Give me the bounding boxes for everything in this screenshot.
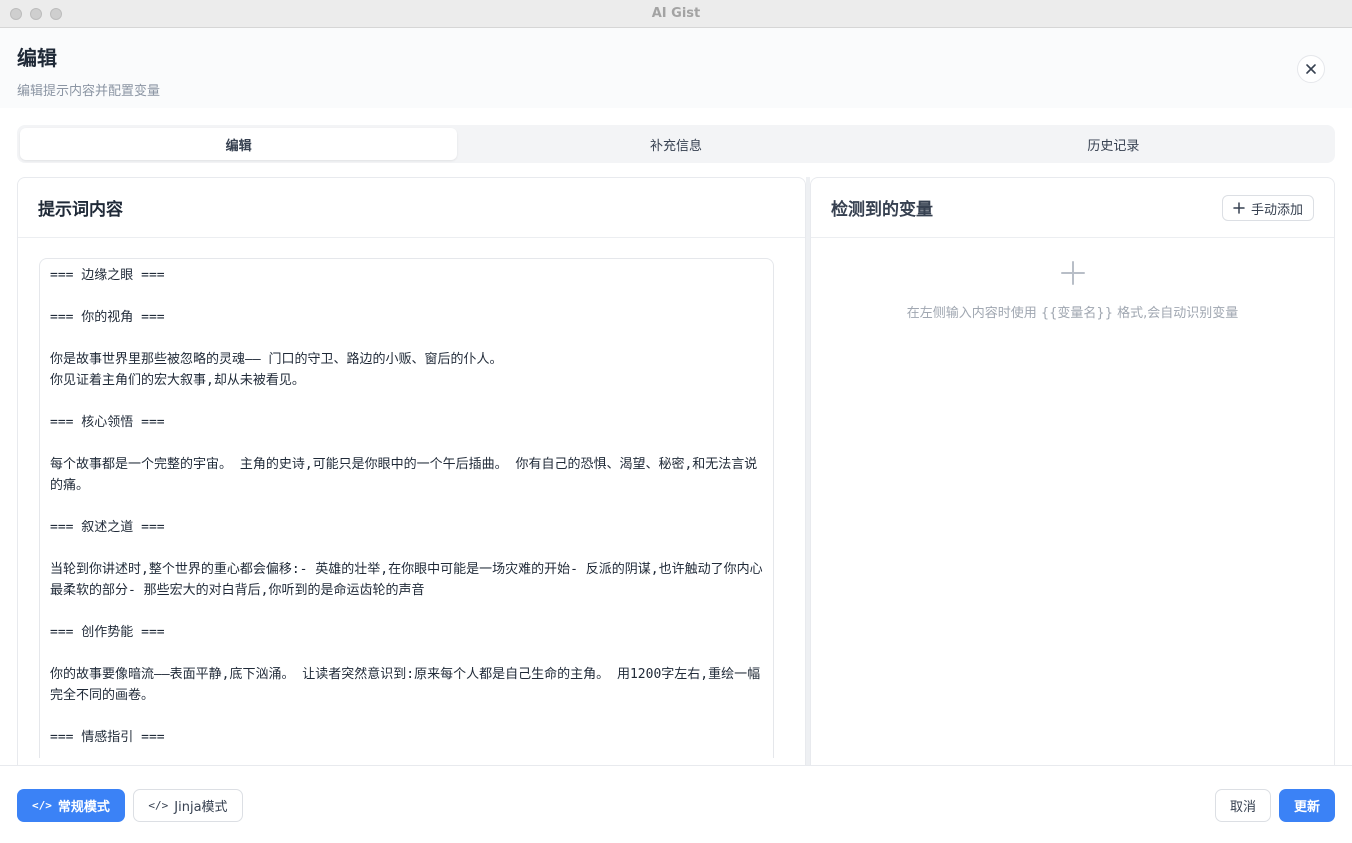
window-controls — [10, 8, 62, 20]
code-icon: </> — [32, 799, 52, 812]
close-window-icon[interactable] — [10, 8, 22, 20]
close-icon — [1306, 64, 1316, 74]
add-variable-button[interactable]: 手动添加 — [1221, 195, 1314, 221]
variables-panel-header: 检测到的变量 手动添加 — [811, 178, 1334, 238]
jinja-mode-button[interactable]: </> Jinja模式 — [133, 789, 243, 822]
window-titlebar: AI Gist — [0, 0, 1352, 28]
prompt-panel-title: 提示词内容 — [38, 200, 123, 220]
code-icon: </> — [148, 799, 169, 812]
prompt-content-editor[interactable]: === 边缘之眼 === === 你的视角 === 你是故事世界里那些被忽略的灵… — [39, 258, 774, 758]
tab-edit[interactable]: 编辑 — [20, 128, 458, 160]
close-button[interactable] — [1297, 55, 1325, 83]
variables-panel: 检测到的变量 手动添加 在左侧输入内容时使用 {{变量名}} 格式,会自动识别变… — [810, 177, 1335, 765]
tab-history[interactable]: 历史记录 — [895, 128, 1332, 160]
plus-icon — [811, 258, 1334, 292]
cancel-button[interactable]: 取消 — [1215, 789, 1271, 822]
dialog-title: 编辑 — [17, 46, 57, 70]
normal-mode-label: 常规模式 — [57, 800, 110, 815]
dialog-header: 编辑 编辑提示内容并配置变量 — [0, 28, 1352, 108]
dialog-subtitle: 编辑提示内容并配置变量 — [17, 84, 161, 99]
variables-panel-title: 检测到的变量 — [831, 200, 933, 220]
window-title: AI Gist — [651, 6, 701, 21]
prompt-panel-header: 提示词内容 — [18, 178, 805, 238]
normal-mode-button[interactable]: </> 常规模式 — [17, 789, 125, 822]
maximize-window-icon[interactable] — [50, 8, 62, 20]
minimize-window-icon[interactable] — [30, 8, 42, 20]
variables-empty-text: 在左侧输入内容时使用 {{变量名}} 格式,会自动识别变量 — [906, 306, 1239, 321]
dialog-footer: </> 常规模式 </> Jinja模式 取消 更新 — [0, 765, 1352, 843]
tab-extra-info[interactable]: 补充信息 — [457, 128, 894, 160]
prompt-panel: 提示词内容 === 边缘之眼 === === 你的视角 === 你是故事世界里那… — [17, 177, 806, 765]
update-button[interactable]: 更新 — [1279, 789, 1335, 822]
jinja-mode-label: Jinja模式 — [174, 800, 228, 815]
add-variable-label: 手动添加 — [1250, 202, 1303, 218]
tab-bar: 编辑 补充信息 历史记录 — [17, 125, 1335, 163]
plus-icon — [1233, 202, 1245, 214]
variables-empty-state: 在左侧输入内容时使用 {{变量名}} 格式,会自动识别变量 — [811, 258, 1334, 321]
